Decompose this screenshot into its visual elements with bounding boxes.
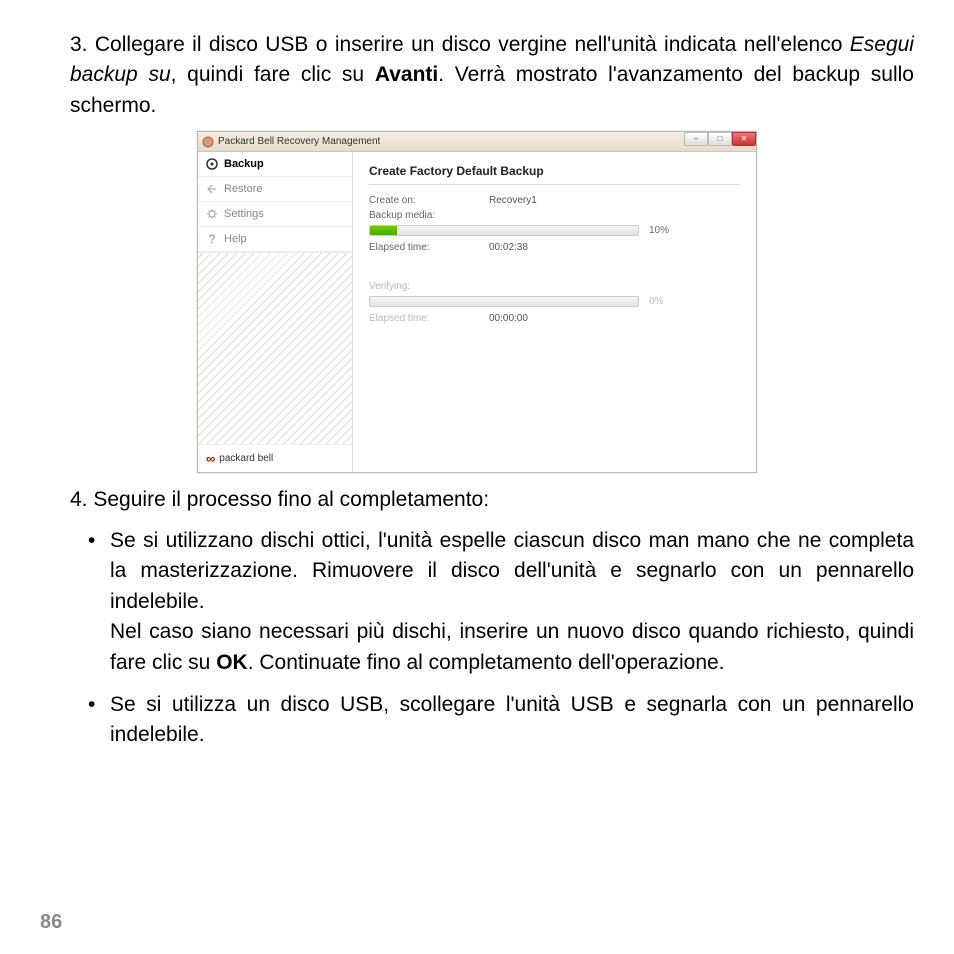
bullet-2: Se si utilizza un disco USB, scollegare … — [110, 690, 914, 751]
bullet-list: Se si utilizzano dischi ottici, l'unità … — [40, 526, 914, 751]
progress-bar-2 — [369, 296, 639, 307]
help-icon: ? — [206, 233, 218, 245]
step-4: 4. Seguire il processo fino al completam… — [64, 485, 914, 515]
close-button[interactable]: ✕ — [732, 132, 756, 146]
minimize-button[interactable]: – — [684, 132, 708, 146]
sidebar: Backup Restore Settings ? Help ∞ packard… — [198, 152, 353, 472]
brand-logo-icon: ∞ — [206, 451, 215, 466]
brand-bar: ∞ packard bell — [198, 444, 352, 472]
sidebar-item-restore[interactable]: Restore — [198, 177, 352, 202]
bullet-1-bold: OK — [216, 651, 248, 674]
elapsed-1-value: 00:02:38 — [489, 242, 528, 253]
create-on-label: Create on: — [369, 195, 489, 206]
sidebar-item-settings[interactable]: Settings — [198, 202, 352, 227]
step-text: Seguire il processo fino al completament… — [93, 488, 489, 511]
progress-fill-1 — [370, 226, 397, 235]
gear-icon — [206, 208, 218, 220]
bullet-2-text: Se si utilizza un disco USB, scollegare … — [110, 693, 914, 746]
progress-pct-1: 10% — [649, 225, 669, 236]
verifying-label: Verifying: — [369, 281, 489, 292]
restore-icon — [206, 183, 218, 195]
backup-media-label: Backup media: — [369, 210, 489, 221]
disc-icon — [206, 158, 218, 170]
page-number: 86 — [40, 911, 62, 934]
titlebar: Packard Bell Recovery Management – □ ✕ — [198, 132, 756, 152]
app-window: Packard Bell Recovery Management – □ ✕ B… — [197, 131, 757, 473]
elapsed-2-row: Elapsed time: 00:00:00 — [369, 313, 740, 324]
content-heading: Create Factory Default Backup — [369, 164, 740, 185]
progress-bar-1 — [369, 225, 639, 236]
step-number: 3. — [70, 33, 88, 56]
create-on-value: Recovery1 — [489, 195, 537, 206]
window-body: Backup Restore Settings ? Help ∞ packard… — [198, 152, 756, 472]
sidebar-label: Restore — [224, 183, 263, 195]
create-on-row: Create on: Recovery1 — [369, 195, 740, 206]
app-icon — [202, 136, 214, 148]
brand-text: packard bell — [219, 453, 273, 464]
sidebar-label: Backup — [224, 158, 264, 170]
sidebar-label: Settings — [224, 208, 264, 220]
bullet-1: Se si utilizzano dischi ottici, l'unità … — [110, 526, 914, 678]
window-controls: – □ ✕ — [684, 132, 756, 146]
step-3: 3. Collegare il disco USB o inserire un … — [64, 30, 914, 121]
window-title: Packard Bell Recovery Management — [218, 136, 380, 147]
elapsed-2-value: 00:00:00 — [489, 313, 528, 324]
maximize-button[interactable]: □ — [708, 132, 732, 146]
step-number: 4. — [70, 488, 88, 511]
bullet-1-text-1: Se si utilizzano dischi ottici, l'unità … — [110, 529, 914, 613]
sidebar-label: Help — [224, 233, 247, 245]
sidebar-item-help[interactable]: ? Help — [198, 227, 352, 252]
progress-pct-2: 0% — [649, 296, 663, 307]
progress-1: 10% — [369, 225, 740, 236]
content-panel: Create Factory Default Backup Create on:… — [353, 152, 756, 472]
progress-2: 0% — [369, 296, 740, 307]
elapsed-1-label: Elapsed time: — [369, 242, 489, 253]
verifying-row: Verifying: — [369, 281, 740, 292]
elapsed-2-label: Elapsed time: — [369, 313, 489, 324]
sidebar-pattern — [198, 252, 352, 444]
sidebar-item-backup[interactable]: Backup — [198, 152, 352, 177]
bold-text: Avanti — [375, 63, 438, 86]
bullet-1-text-2b: . Continuate fino al completamento dell'… — [248, 651, 725, 674]
step-text: Collegare il disco USB o inserire un dis… — [95, 33, 850, 56]
elapsed-1-row: Elapsed time: 00:02:38 — [369, 242, 740, 253]
step-text-mid: , quindi fare clic su — [171, 63, 375, 86]
backup-media-row: Backup media: — [369, 210, 740, 221]
